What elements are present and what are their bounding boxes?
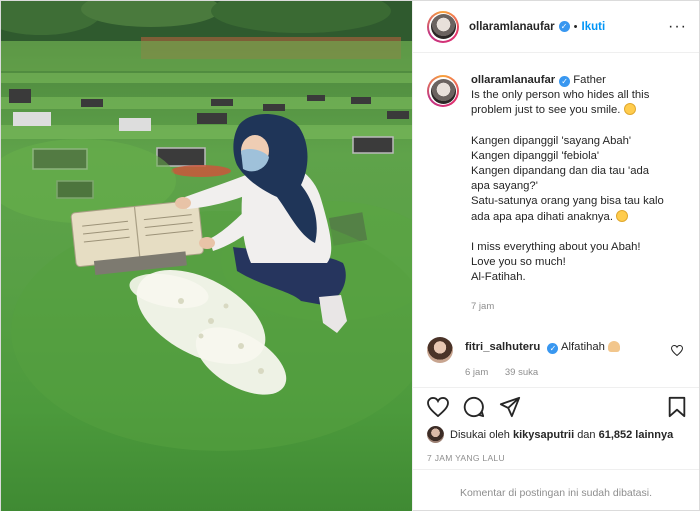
praying-hands-emoji-icon (608, 341, 621, 352)
smile-emoji-icon (623, 103, 636, 116)
divider (413, 469, 699, 470)
comment-body: fitri_salhuteru ✓ Alfatihah 6 jam 39 suk… (465, 341, 621, 378)
verified-badge-icon: ✓ (558, 21, 570, 32)
caption-username[interactable]: ollaramlanaufar (471, 74, 555, 86)
comment-like-heart-icon[interactable] (671, 345, 683, 356)
caption-time[interactable]: 7 jam (471, 299, 664, 314)
likes-joiner: dan (577, 428, 596, 441)
caption-line: ada apa apa dihati anaknya. (471, 210, 613, 223)
comments-closed-notice: Komentar di postingan ini sudah dibatasi… (459, 487, 653, 499)
post-photo[interactable] (1, 1, 412, 511)
divider (413, 387, 699, 388)
share-icon[interactable] (499, 396, 521, 418)
verified-badge-icon: ✓ (547, 343, 559, 354)
caption-author-avatar[interactable] (427, 75, 459, 107)
header-separator: • (573, 20, 578, 33)
comment-time[interactable]: 6 jam (465, 367, 488, 378)
caption-line: I miss everything about you Abah! (471, 240, 641, 253)
heart-icon[interactable] (427, 397, 449, 417)
post-header: ollaramlanaufar ✓ • Ikuti ··· (413, 1, 699, 53)
caption-line: Love you so much! (471, 256, 566, 269)
caption-line: Kangen dipanggil 'febiola' (471, 149, 600, 162)
post-actions (427, 393, 687, 421)
caption-line: Al-Fatihah. (471, 271, 526, 284)
comment-item: fitri_salhuteru ✓ Alfatihah 6 jam 39 suk… (427, 337, 683, 378)
post-side-panel: ollaramlanaufar ✓ • Ikuti ··· ollaramlan… (412, 1, 699, 511)
verified-badge-icon: ✓ (559, 76, 571, 87)
comment-likes[interactable]: 39 suka (505, 367, 538, 378)
more-horizontal-icon[interactable]: ··· (668, 18, 687, 36)
sad-emoji-icon (616, 209, 629, 222)
likes-prefix: Disukai oleh (450, 428, 510, 441)
commenter-avatar[interactable] (427, 337, 453, 363)
likes-summary: Disukai oleh kikysaputrii dan 61,852 lai… (427, 426, 673, 443)
post-caption: ollaramlanaufar ✓ Father Is the only pers… (427, 73, 689, 315)
author-username[interactable]: ollaramlanaufar (469, 21, 555, 33)
follow-button[interactable]: Ikuti (582, 21, 606, 33)
caption-line: Kangen dipanggil 'sayang Abah' (471, 134, 632, 147)
liker-username[interactable]: kikysaputrii (513, 429, 574, 441)
bookmark-icon[interactable] (667, 396, 687, 418)
caption-line: apa sayang?' (471, 180, 538, 193)
caption-body: ollaramlanaufar ✓ Father Is the only pers… (471, 73, 664, 315)
caption-line: problem just to see you smile. (471, 104, 621, 117)
likes-count[interactable]: 61,852 lainnya (599, 429, 674, 441)
commenter-username[interactable]: fitri_salhuteru (465, 341, 540, 353)
comment-text: Alfatihah (560, 341, 605, 353)
cemetery-photo-illustration (1, 1, 412, 451)
comment-icon[interactable] (463, 396, 485, 418)
author-avatar[interactable] (427, 10, 459, 43)
instagram-post: ollaramlanaufar ✓ • Ikuti ··· ollaramlan… (0, 0, 700, 511)
caption-line: Kangen dipandang dan dia tau 'ada (471, 165, 650, 178)
caption-line: Father (573, 74, 606, 86)
post-date[interactable]: 7 JAM YANG LALU (427, 453, 505, 463)
caption-line: Satu-satunya orang yang bisa tau kalo (471, 195, 664, 208)
liker-avatar[interactable] (427, 426, 444, 443)
caption-line: Is the only person who hides all this (471, 89, 650, 102)
